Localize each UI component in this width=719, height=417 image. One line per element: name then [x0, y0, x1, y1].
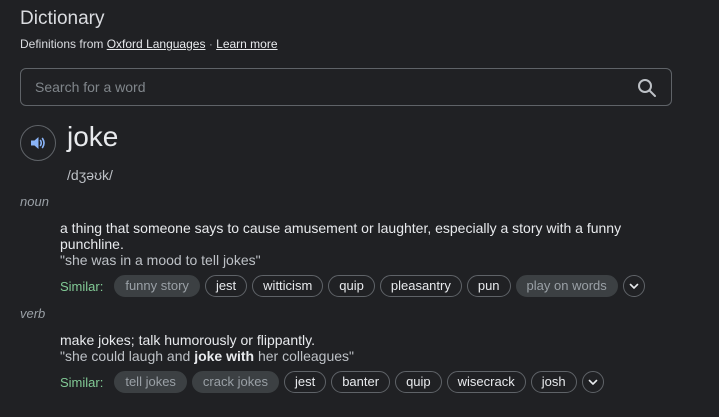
- synonym-chip[interactable]: wisecrack: [446, 371, 526, 393]
- synonym-chip[interactable]: funny story: [114, 275, 200, 297]
- example-verb: "she could laugh and joke with her colle…: [60, 348, 354, 364]
- source-prefix: Definitions from: [20, 37, 104, 51]
- example-noun: "she was in a mood to tell jokes": [60, 252, 261, 268]
- oxford-languages-link[interactable]: Oxford Languages: [107, 37, 206, 51]
- definition-noun: a thing that someone says to cause amuse…: [60, 220, 622, 252]
- synonym-chip[interactable]: witticism: [252, 275, 324, 297]
- dictionary-title: Dictionary: [20, 8, 105, 29]
- expand-similar-button[interactable]: [622, 275, 645, 297]
- part-of-speech-verb: verb: [20, 306, 46, 321]
- synonym-chip[interactable]: pun: [466, 275, 511, 297]
- speaker-icon: [31, 137, 45, 149]
- expand-similar-button[interactable]: [581, 371, 604, 393]
- search-icon[interactable]: [637, 78, 657, 98]
- learn-more-link[interactable]: Learn more: [216, 37, 277, 51]
- example-verb-highlight: joke with: [194, 348, 255, 364]
- separator: ·: [208, 37, 213, 51]
- synonym-chip[interactable]: pleasantry: [379, 275, 462, 297]
- chevron-down-icon: [629, 283, 639, 289]
- synonym-chip[interactable]: jest: [283, 371, 327, 393]
- definition-verb: make jokes; talk humorously or flippantl…: [60, 332, 315, 348]
- synonym-chip[interactable]: tell jokes: [114, 371, 187, 393]
- synonym-chip[interactable]: quip: [328, 275, 375, 297]
- similar-label: Similar:: [60, 374, 104, 390]
- dictionary-card: Dictionary Definitions from Oxford Langu…: [0, 0, 719, 417]
- synonym-chip[interactable]: josh: [530, 371, 577, 393]
- part-of-speech-noun: noun: [20, 194, 49, 209]
- example-verb-before: "she could laugh and: [60, 348, 195, 364]
- synonym-chip[interactable]: crack jokes: [191, 371, 279, 393]
- similar-words-verb: Similar: tell jokes crack jokes jest ban…: [60, 370, 604, 394]
- synonym-chip[interactable]: play on words: [515, 275, 618, 297]
- chevron-down-icon: [588, 379, 597, 385]
- example-verb-after: her colleagues": [254, 348, 355, 364]
- phonetic-spelling: /dʒəʊk/: [67, 167, 113, 183]
- pronunciation-audio-button[interactable]: [20, 125, 56, 161]
- synonym-chip[interactable]: jest: [204, 275, 248, 297]
- search-input[interactable]: [35, 69, 625, 105]
- synonym-chip[interactable]: quip: [395, 371, 442, 393]
- similar-label: Similar:: [60, 278, 104, 294]
- source-line: Definitions from Oxford Languages · Lear…: [20, 37, 278, 51]
- search-box: [20, 68, 672, 106]
- synonym-chip[interactable]: banter: [331, 371, 391, 393]
- headword: joke: [67, 121, 119, 152]
- similar-words-noun: Similar: funny story jest witticism quip…: [60, 274, 645, 298]
